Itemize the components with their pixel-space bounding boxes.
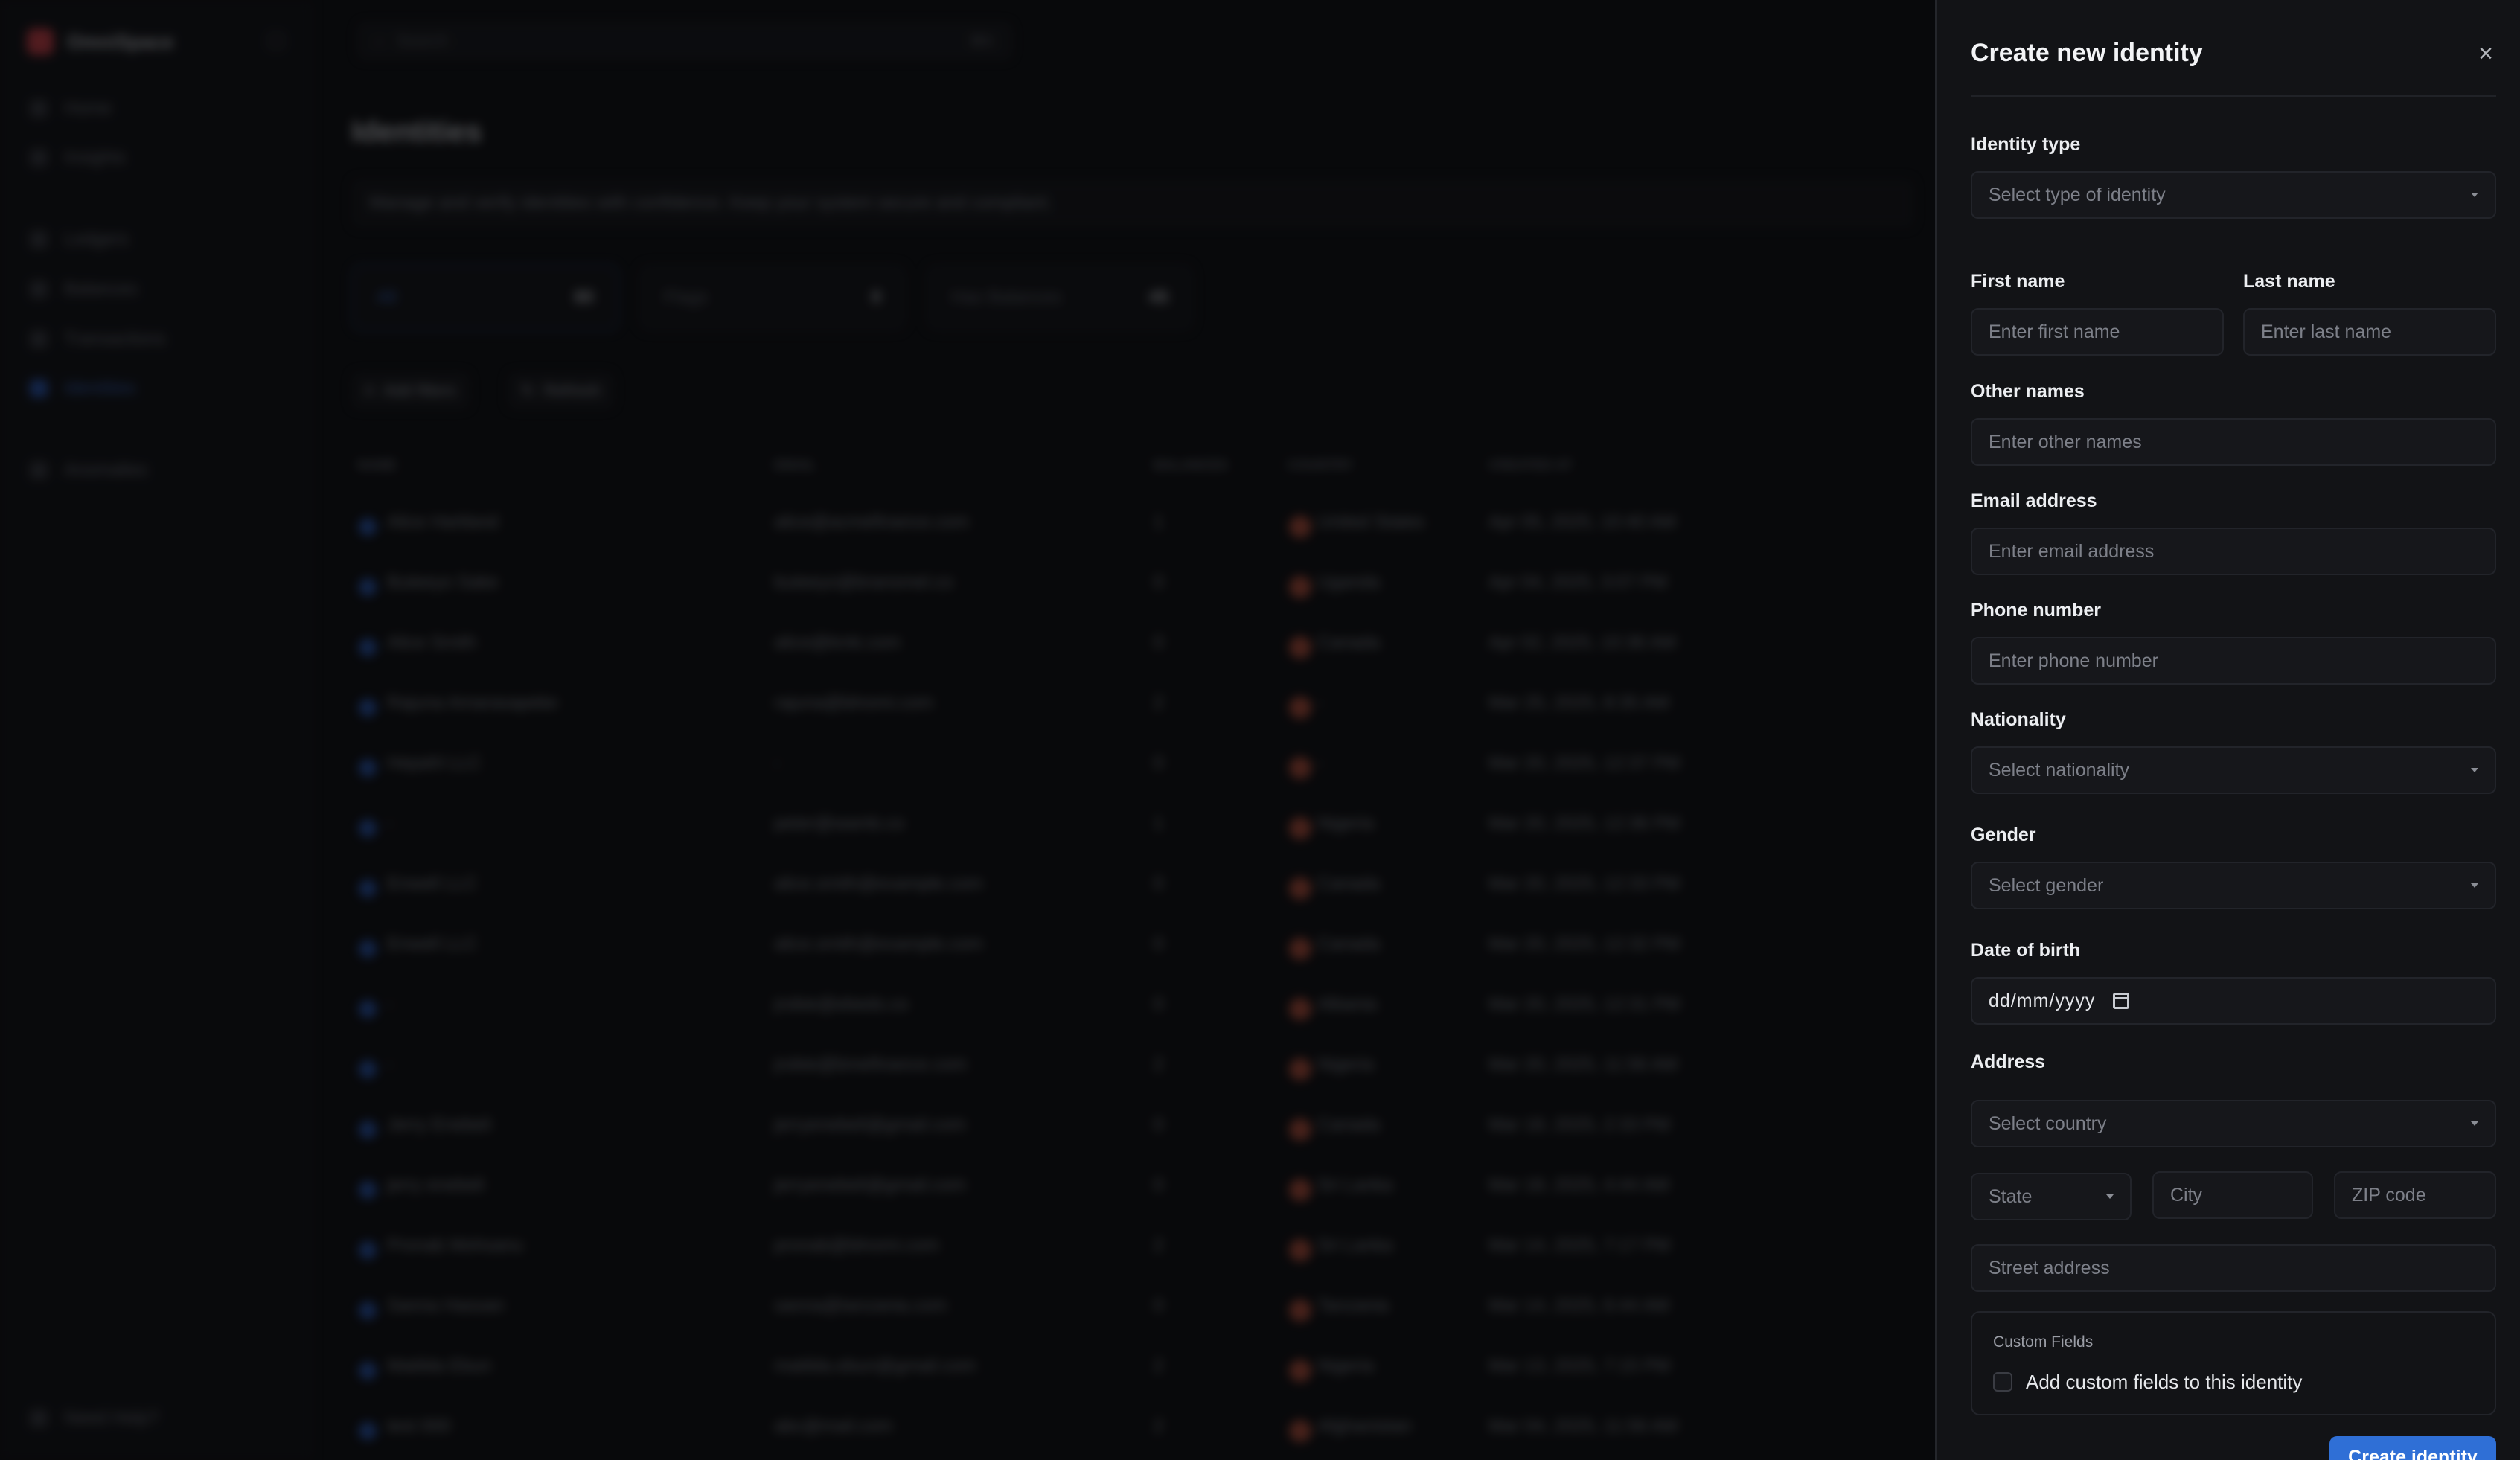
nationality-placeholder: Select nationality (1989, 759, 2130, 781)
gender-label: Gender (1971, 825, 2036, 845)
chevron-down-icon (2471, 1121, 2478, 1126)
nationality-select[interactable]: Select nationality (1971, 746, 2496, 794)
first-name-field[interactable] (1971, 308, 2224, 356)
street-address-field[interactable] (1971, 1244, 2496, 1292)
phone-field[interactable] (1971, 637, 2496, 685)
email-field[interactable] (1971, 528, 2496, 575)
country-select[interactable]: Select country (1971, 1100, 2496, 1147)
last-name-field[interactable] (2243, 308, 2496, 356)
state-placeholder: State (1989, 1185, 2033, 1207)
custom-fields-title: Custom Fields (1993, 1333, 2094, 1351)
gender-placeholder: Select gender (1989, 874, 2104, 896)
zip-code-field[interactable] (2334, 1171, 2496, 1219)
chevron-down-icon (2106, 1194, 2114, 1199)
divider (1971, 95, 2496, 97)
identity-type-select[interactable]: Select type of identity (1971, 171, 2496, 219)
close-button[interactable]: × (2471, 39, 2501, 68)
other-names-field[interactable] (1971, 418, 2496, 466)
dob-label: Date of birth (1971, 940, 2081, 961)
city-field[interactable] (2152, 1171, 2313, 1219)
phone-label: Phone number (1971, 600, 2102, 621)
chevron-down-icon (2471, 768, 2478, 772)
gender-select[interactable]: Select gender (1971, 862, 2496, 909)
dob-field[interactable]: dd/mm/yyyy (1971, 977, 2496, 1025)
custom-fields-checkbox[interactable] (1993, 1372, 2012, 1392)
chevron-down-icon (2471, 193, 2478, 197)
drawer-title: Create new identity (1971, 39, 2203, 67)
close-icon: × (2478, 39, 2493, 68)
address-label: Address (1971, 1051, 2046, 1072)
country-placeholder: Select country (1989, 1112, 2107, 1134)
dob-placeholder: dd/mm/yyyy (1989, 990, 2096, 1011)
state-select[interactable]: State (1971, 1173, 2132, 1220)
create-identity-drawer: Create new identity × Identity type Sele… (1935, 0, 2520, 1460)
modal-backdrop[interactable] (0, 0, 1935, 1460)
calendar-icon[interactable] (2113, 993, 2130, 1009)
chevron-down-icon (2471, 883, 2478, 888)
email-label: Email address (1971, 490, 2097, 511)
create-identity-button[interactable]: Create identity (2329, 1436, 2496, 1460)
identity-type-placeholder: Select type of identity (1989, 184, 2166, 205)
custom-fields-section: Custom Fields Add custom fields to this … (1971, 1311, 2496, 1415)
nationality-label: Nationality (1971, 709, 2066, 730)
first-name-label: First name (1971, 271, 2065, 292)
last-name-label: Last name (2243, 271, 2335, 292)
other-names-label: Other names (1971, 381, 2085, 402)
custom-fields-checkbox-label[interactable]: Add custom fields to this identity (2026, 1371, 2302, 1394)
identity-type-label: Identity type (1971, 134, 2081, 155)
